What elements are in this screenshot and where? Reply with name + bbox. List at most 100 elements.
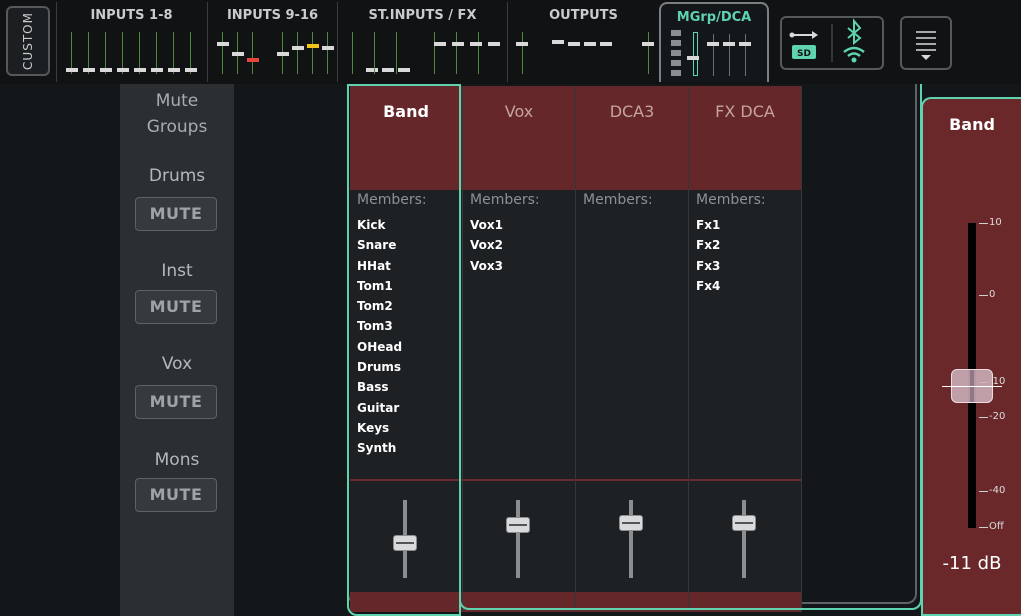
tab-label: ST.INPUTS / FX <box>368 8 477 23</box>
member-item: Vox2 <box>470 238 503 253</box>
member-item: Fx3 <box>696 258 721 273</box>
tab-inputs-1-8[interactable]: INPUTS 1-8 <box>56 2 206 82</box>
members-list: Vox1 Vox2 Vox3 <box>470 215 503 276</box>
dca-name: Band <box>383 102 429 121</box>
member-item: Bass <box>357 380 389 395</box>
members-list: Fx1 Fx2 Fx3 Fx4 <box>696 215 720 296</box>
master-fader-knob[interactable] <box>942 369 1002 403</box>
svg-text:SD: SD <box>797 49 811 59</box>
master-level-readout: -11 dB <box>942 553 1002 574</box>
member-item: Keys <box>357 420 390 435</box>
dca-strip-vox[interactable]: Vox Members: Vox1 Vox2 Vox3 <box>463 86 576 612</box>
dca-name: FX DCA <box>715 102 775 121</box>
member-item: Tom1 <box>357 278 393 293</box>
fader-knob[interactable] <box>393 535 417 551</box>
scale-tick <box>979 295 988 296</box>
tab-st-inputs-fx[interactable]: ST.INPUTS / FX <box>337 2 507 82</box>
custom-layer-button[interactable]: CUSTOM <box>6 6 50 76</box>
tab-label: OUTPUTS <box>549 8 618 23</box>
mute-groups-panel: Mute Groups Drums MUTE Inst MUTE Vox MUT… <box>120 84 234 616</box>
mute-button-vox[interactable]: MUTE <box>135 385 217 419</box>
member-item: Fx2 <box>696 238 721 253</box>
sdhc-icon: SD <box>792 45 816 59</box>
members-label: Members: <box>357 192 427 208</box>
mute-groups-title: Mute <box>155 91 199 111</box>
menu-button[interactable] <box>900 16 952 70</box>
scale-label: -40 <box>989 485 1006 496</box>
members-label: Members: <box>696 192 766 208</box>
mute-button-drums[interactable]: MUTE <box>135 197 217 231</box>
dca-strip-dca3[interactable]: DCA3 Members: <box>576 86 689 612</box>
member-item: OHead <box>357 339 403 354</box>
dca-strips: Band Members: Kick Snare HHat Tom1 Tom2 … <box>350 86 802 612</box>
status-indicators[interactable]: SD <box>780 16 884 70</box>
tab-label: INPUTS 1-8 <box>90 8 173 23</box>
member-item: Fx1 <box>696 218 721 232</box>
fader-track <box>629 500 633 578</box>
fader-track <box>742 500 746 578</box>
master-fader-panel: Band 10 0 -10 -20 -40 Off -11 dB <box>921 97 1021 616</box>
member-item: HHat <box>357 258 391 273</box>
strip-footer <box>689 592 801 612</box>
mini-faders-st-inputs <box>344 28 501 76</box>
mute-group-label-drums: Drums <box>148 166 206 186</box>
members-label: Members: <box>470 192 540 208</box>
fader-knob[interactable] <box>619 515 643 531</box>
member-item: Tom3 <box>357 319 393 334</box>
strip-footer <box>576 592 688 612</box>
dca-strip-band[interactable]: Band Members: Kick Snare HHat Tom1 Tom2 … <box>350 86 463 612</box>
wifi-icon <box>843 46 865 63</box>
mini-faders-inputs-9-16 <box>214 28 334 76</box>
dca-strip-fx-dca[interactable]: FX DCA Members: Fx1 Fx2 Fx3 Fx4 <box>689 86 802 612</box>
divider <box>576 479 688 481</box>
member-item: Kick <box>357 218 386 232</box>
mute-button-mons[interactable]: MUTE <box>135 478 217 512</box>
divider <box>350 479 462 481</box>
fader-knob[interactable] <box>732 515 756 531</box>
dca-header[interactable]: Vox <box>463 86 575 190</box>
mute-group-label-inst: Inst <box>161 261 193 281</box>
dca-header[interactable]: Band <box>350 86 462 190</box>
top-navigation-bar: CUSTOM INPUTS 1-8 INPUTS 9-16 ST.INPUTS … <box>0 0 1021 84</box>
mute-button-inst[interactable]: MUTE <box>135 290 217 324</box>
mini-faders-inputs-1-8 <box>63 28 200 76</box>
member-item: Fx4 <box>696 278 721 293</box>
member-item: Guitar <box>357 400 400 415</box>
scale-tick <box>979 417 988 418</box>
fader-track <box>516 500 520 578</box>
divider <box>689 479 801 481</box>
mute-group-label-vox: Vox <box>161 354 193 374</box>
scale-tick <box>979 491 988 492</box>
member-item: Vox1 <box>470 218 503 232</box>
mute-groups-title-line2: Groups <box>146 117 208 137</box>
mute-group-label-mons: Mons <box>154 450 200 470</box>
member-item: Vox3 <box>470 258 503 273</box>
dca-header[interactable]: DCA3 <box>576 86 688 190</box>
strip-footer <box>463 592 575 612</box>
members-list: Kick Snare HHat Tom1 Tom2 Tom3 OHead Dru… <box>357 215 402 459</box>
scale-tick <box>979 223 988 224</box>
member-item: Drums <box>357 360 402 375</box>
scale-label: -20 <box>989 411 1006 422</box>
tab-inputs-9-16[interactable]: INPUTS 9-16 <box>207 2 337 82</box>
strip-footer <box>350 592 462 612</box>
dca-header[interactable]: FX DCA <box>689 86 801 190</box>
divider <box>463 479 575 481</box>
member-item: Synth <box>357 441 397 456</box>
members-label: Members: <box>583 192 653 208</box>
mini-faders-outputs <box>514 28 654 76</box>
tab-label: INPUTS 9-16 <box>226 8 319 23</box>
tab-outputs[interactable]: OUTPUTS <box>507 2 659 82</box>
dca-name: DCA3 <box>609 102 655 121</box>
tab-mgrp-dca[interactable]: MGrp/DCA <box>659 2 769 82</box>
tab-label: MGrp/DCA <box>676 10 752 25</box>
scale-label: 0 <box>989 289 996 300</box>
scale-label: Off <box>989 521 1004 532</box>
member-item: Tom2 <box>357 299 393 314</box>
master-name: Band <box>949 115 995 134</box>
dca-name: Vox <box>504 102 534 121</box>
fader-knob[interactable] <box>506 517 530 533</box>
usb-icon <box>789 31 818 39</box>
mini-faders-mgrp-dca <box>667 30 761 76</box>
custom-label: CUSTOM <box>21 12 35 70</box>
